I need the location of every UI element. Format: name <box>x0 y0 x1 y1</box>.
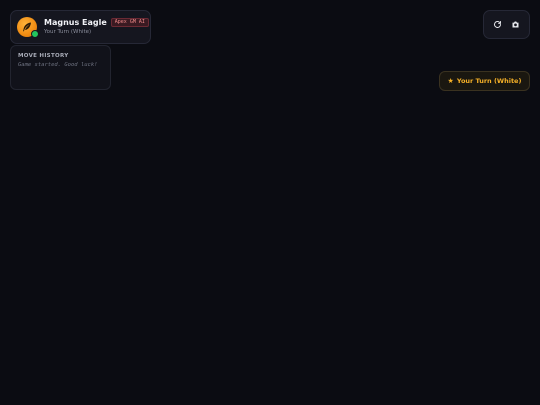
player-info: Magnus Eagle Apex GM AI Your Turn (White… <box>44 18 149 36</box>
camera-icon <box>512 21 519 28</box>
game-screen: Magnus Eagle Apex GM AI Your Turn (White… <box>0 0 540 405</box>
player-name-row: Magnus Eagle Apex GM AI <box>44 17 149 28</box>
turn-indicator-text: Your Turn (White) <box>456 77 522 85</box>
player-name: Magnus Eagle <box>44 17 107 27</box>
star-icon: ★ <box>447 76 454 85</box>
move-history-title: MOVE HISTORY <box>18 53 69 59</box>
toolbar <box>483 10 530 39</box>
avatar <box>17 17 39 38</box>
online-status-dot <box>31 30 39 38</box>
screenshot-button[interactable] <box>508 17 524 33</box>
refresh-button[interactable] <box>489 17 505 33</box>
player-subtitle: Your Turn (White) <box>44 29 92 36</box>
move-history-entry: Game started. Good luck! <box>18 62 98 68</box>
refresh-icon <box>493 21 501 28</box>
turn-indicator: ★ Your Turn (White) <box>439 71 530 91</box>
player-card: Magnus Eagle Apex GM AI Your Turn (White… <box>10 10 151 44</box>
move-history-panel: MOVE HISTORY Game started. Good luck! <box>10 45 111 90</box>
engine-badge: Apex GM AI <box>110 18 149 28</box>
